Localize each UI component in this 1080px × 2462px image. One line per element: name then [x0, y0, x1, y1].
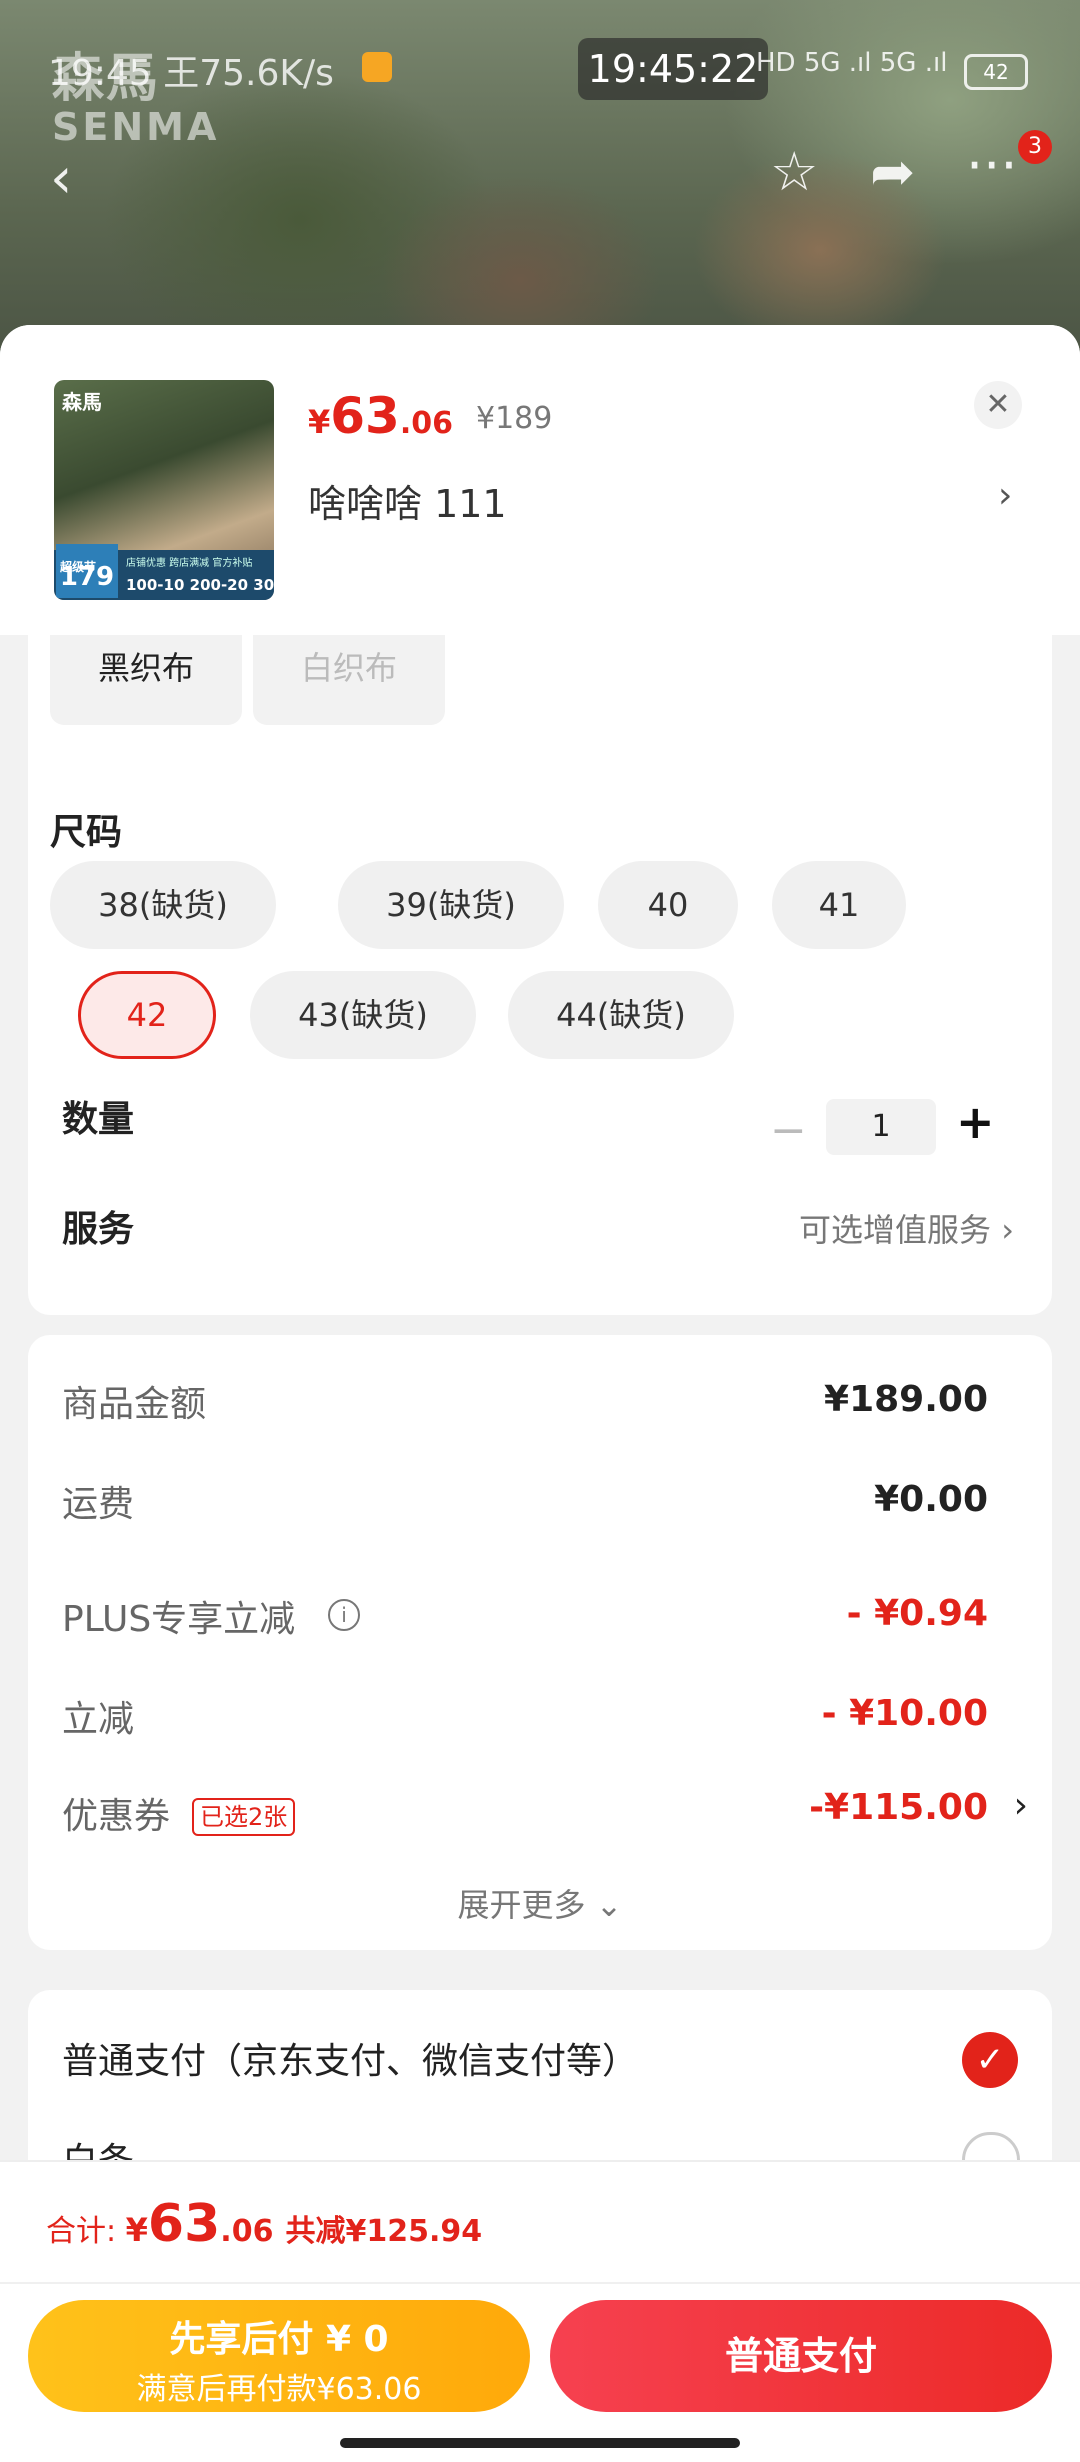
quantity-decrease-button[interactable]: −	[770, 1105, 807, 1156]
total-label: 合计:	[46, 2214, 126, 2249]
size-label: 尺码	[50, 812, 123, 853]
expand-more-button[interactable]: 展开更多 ⌄	[28, 1880, 1052, 1926]
total-int: 63	[147, 2194, 221, 2254]
normal-pay-button[interactable]: 普通支付	[550, 2300, 1052, 2412]
sheet-header: 森馬 超级节 179 店铺优惠 跨店满减 官方补贴 100-10 200-20 …	[0, 325, 1080, 635]
product-thumbnail[interactable]: 森馬 超级节 179 店铺优惠 跨店满减 官方补贴 100-10 200-20 …	[54, 380, 274, 600]
share-icon[interactable]: ➦	[870, 140, 915, 203]
chevron-right-icon[interactable]: ›	[998, 475, 1012, 516]
quantity-label: 数量	[62, 1099, 135, 1140]
original-price: ¥189	[476, 401, 553, 436]
thumbnail-small-text: 店铺优惠 跨店满减 官方补贴	[126, 558, 253, 569]
size-option-43[interactable]: 43(缺货)	[250, 971, 476, 1059]
checkmark-icon[interactable]: ✓	[962, 2032, 1018, 2088]
status-bar: 19:45 王75.6K/s 19:45:22 HD 5G .ıl 5G .ıl…	[0, 38, 1080, 100]
more-icon[interactable]: ···	[966, 134, 1018, 197]
current-price: ¥63.06	[308, 387, 453, 445]
size-option-41[interactable]: 41	[772, 861, 906, 949]
network-signal-icon: HD 5G .ıl 5G .ıl	[756, 48, 948, 78]
thumbnail-price-badge: 超级节 179	[56, 544, 118, 598]
info-icon[interactable]: i	[328, 1599, 360, 1631]
total-symbol: ¥	[125, 2211, 148, 2249]
color-option-black[interactable]: 黑织布	[50, 635, 242, 725]
more-badge: 3	[1018, 130, 1052, 164]
row-label-shipping: 运费	[62, 1484, 135, 1525]
service-selector[interactable]: 可选增值服务 ›	[799, 1205, 1014, 1251]
notification-icon	[362, 52, 392, 82]
purchase-sheet: 森馬 超级节 179 店铺优惠 跨店满减 官方补贴 100-10 200-20 …	[0, 325, 1080, 2460]
selected-variant[interactable]: 啥啥啥 111	[308, 473, 507, 528]
row-label-instant-discount: 立减	[62, 1699, 135, 1740]
thumbnail-logo: 森馬	[62, 390, 102, 414]
checkout-bar: 合计: ¥63.06 共减¥125.94 先享后付 ¥ 0 满意后再付款¥63.0…	[0, 2160, 1080, 2462]
status-clock: 19:45:22	[578, 38, 768, 100]
divider	[0, 2282, 1080, 2284]
row-value-instant-discount: - ¥10.00	[821, 1693, 988, 1734]
size-option-39[interactable]: 39(缺货)	[338, 861, 564, 949]
pay-later-button[interactable]: 先享后付 ¥ 0 满意后再付款¥63.06	[28, 2300, 530, 2412]
row-value-coupon[interactable]: -¥115.00	[809, 1787, 988, 1828]
size-option-42[interactable]: 42	[78, 971, 216, 1059]
service-label: 服务	[62, 1209, 135, 1250]
quantity-increase-button[interactable]: +	[956, 1095, 995, 1149]
row-value-goods-amount: ¥189.00	[824, 1379, 988, 1420]
color-option-white[interactable]: 白织布	[253, 635, 445, 725]
size-option-38[interactable]: 38(缺货)	[50, 861, 276, 949]
row-value-shipping: ¥0.00	[874, 1479, 988, 1520]
size-option-40[interactable]: 40	[598, 861, 738, 949]
thumbnail-deals: 100-10 200-20 300-30	[126, 576, 274, 594]
price-dec: .06	[399, 406, 454, 441]
pay-later-title: 先享后付 ¥ 0	[169, 2319, 389, 2360]
total-saved: 共减¥125.94	[285, 2214, 483, 2249]
row-value-plus-discount: - ¥0.94	[846, 1593, 988, 1634]
total-dec: .06	[220, 2214, 274, 2249]
quantity-input[interactable]: 1	[826, 1099, 936, 1155]
pay-later-subtitle: 满意后再付款¥63.06	[136, 2372, 422, 2407]
row-label-goods-amount: 商品金额	[62, 1384, 207, 1425]
battery-icon: 42	[964, 54, 1028, 90]
row-label-coupon: 优惠券	[62, 1796, 171, 1837]
chevron-right-icon[interactable]: ›	[1014, 1785, 1028, 1826]
home-indicator[interactable]	[340, 2438, 740, 2448]
price-breakdown-card: 商品金额 ¥189.00 运费 ¥0.00 PLUS专享立减 i - ¥0.94…	[28, 1335, 1052, 1950]
order-total: 合计: ¥63.06 共减¥125.94	[46, 2194, 482, 2254]
close-button[interactable]: ✕	[974, 381, 1022, 429]
back-icon[interactable]: ‹	[50, 146, 72, 211]
favorite-star-icon[interactable]: ☆	[770, 140, 818, 203]
top-nav: ‹ ☆ ➦ ··· 3	[0, 130, 1080, 220]
size-option-44[interactable]: 44(缺货)	[508, 971, 734, 1059]
price-symbol: ¥	[308, 403, 331, 441]
coupon-selected-badge: 已选2张	[192, 1798, 296, 1836]
payment-option-normal[interactable]: 普通支付（京东支付、微信支付等）	[62, 2032, 638, 2084]
thumbnail-tag: 超级节	[60, 560, 97, 574]
row-label-plus-discount: PLUS专享立减	[62, 1599, 296, 1640]
price-int: 63	[330, 387, 400, 445]
thumbnail-promo-strip: 超级节 179 店铺优惠 跨店满减 官方补贴 100-10 200-20 300…	[54, 544, 274, 600]
status-left-text: 19:45 王75.6K/s	[48, 53, 334, 94]
